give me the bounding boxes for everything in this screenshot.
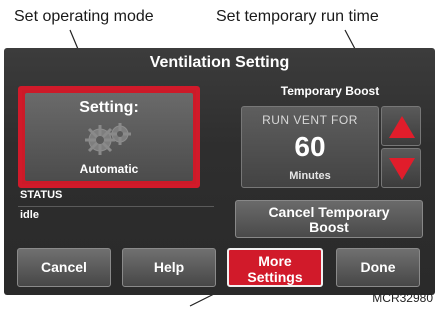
status-label: STATUS <box>20 189 63 201</box>
help-button[interactable]: Help <box>122 248 216 287</box>
thermostat-screen: Ventilation Setting Setting: Automatic S… <box>4 48 435 295</box>
run-time-value: 60 <box>294 131 326 162</box>
status-divider <box>18 206 214 207</box>
setting-button-face: Setting: Automatic <box>25 93 193 181</box>
setting-button[interactable]: Setting: Automatic <box>18 86 200 188</box>
arrow-down-icon <box>389 158 415 180</box>
run-time-unit: Minutes <box>289 170 331 182</box>
temporary-boost-label: Temporary Boost <box>280 84 380 98</box>
cancel-button[interactable]: Cancel <box>17 248 111 287</box>
more-settings-button[interactable]: More Settings <box>227 248 323 287</box>
run-time-display: RUN VENT FOR 60 Minutes <box>241 106 379 188</box>
arrow-up-icon <box>389 116 415 138</box>
reference-code: MCR32980 <box>372 291 433 305</box>
screen-title: Ventilation Setting <box>149 54 290 71</box>
done-button[interactable]: Done <box>336 248 420 287</box>
increase-time-button[interactable] <box>381 106 421 146</box>
cancel-temporary-boost-button[interactable]: Cancel Temporary Boost <box>235 200 423 238</box>
decrease-time-button[interactable] <box>381 148 421 188</box>
setting-value: Automatic <box>79 162 139 176</box>
run-time-label: RUN VENT FOR <box>262 113 358 127</box>
gears-icon <box>85 123 131 155</box>
setting-label: Setting: <box>79 99 139 116</box>
status-value: idle <box>20 209 39 221</box>
